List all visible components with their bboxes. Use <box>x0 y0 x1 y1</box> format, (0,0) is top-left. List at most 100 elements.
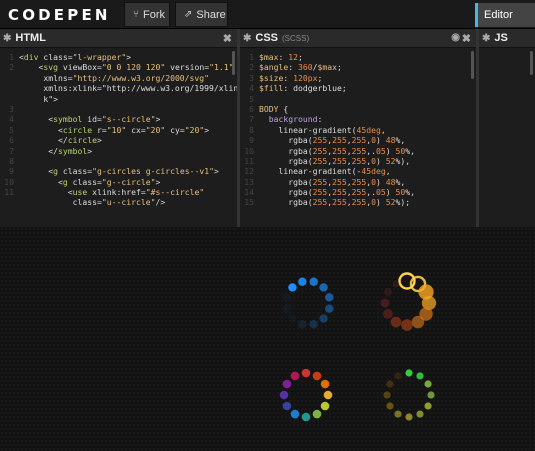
code-line: 5 <circle r="10" cx="20" cy="20"> <box>0 125 237 135</box>
spinner-blue-dot <box>282 293 291 302</box>
code-line: 14 rgba(255,255,255,.05) 50%, <box>240 187 476 197</box>
css-panel-header: ✱ CSS (SCSS) ◉ ✖ <box>240 29 476 48</box>
js-panel: ✱ JS <box>479 29 535 227</box>
line-number: 3 <box>9 103 14 114</box>
eye-icon[interactable]: ◉ <box>451 32 460 43</box>
spinner-rainbow-dot <box>320 379 330 389</box>
spinner-blue-dot <box>309 277 318 286</box>
spinner-rainbow-dot <box>279 390 289 400</box>
spinner-blue-dot <box>298 320 307 329</box>
code-text: $size: 120px; <box>259 72 323 83</box>
code-line: 10 rgba(255,255,255,.05) 50%, <box>240 146 476 156</box>
share-button[interactable]: ⇗ Share <box>175 2 228 27</box>
line-number: 2 <box>9 62 14 73</box>
line-number: 14 <box>244 187 254 198</box>
code-line: 9 <g class="g-circles g-circles--v1"> <box>0 166 237 176</box>
spinner-orange-dot <box>392 280 400 288</box>
code-line: 7 background: <box>240 114 476 124</box>
close-icon[interactable]: ✖ <box>223 32 232 45</box>
fork-button[interactable]: ⑂ Fork <box>124 2 170 27</box>
spinner-blue-dot <box>325 304 334 313</box>
spinner-rainbow-dot <box>312 371 322 381</box>
line-number: 4 <box>9 114 14 125</box>
code-line: 2 $angle: 360/$max; <box>240 62 476 72</box>
html-panel-title: HTML <box>15 32 46 44</box>
line-number: 7 <box>9 145 14 156</box>
code-text: </symbol> <box>19 145 93 156</box>
fork-icon: ⑂ <box>133 9 139 20</box>
js-scrollbar[interactable] <box>530 51 533 75</box>
line-number: 8 <box>249 124 254 135</box>
code-line: 12 linear-gradient(-45deg, <box>240 166 476 176</box>
css-panel: ✱ CSS (SCSS) ◉ ✖ 1 $max: 12; 2 $angle: 360/… <box>240 29 476 227</box>
code-line: 5 <box>240 94 476 104</box>
code-line: 4 <symbol id="s--circle"> <box>0 114 237 124</box>
spinner-rainbow-dot <box>323 390 333 400</box>
code-line: 6 BODY { <box>240 104 476 114</box>
gear-icon[interactable]: ✱ <box>482 33 490 44</box>
code-text: xmlns="http://www.w3.org/2000/svg" <box>19 72 210 83</box>
close-icon[interactable]: ✖ <box>462 32 471 45</box>
line-number: 6 <box>9 135 14 146</box>
gear-icon[interactable]: ✱ <box>243 33 251 44</box>
logo-text: CODEPEN <box>8 6 111 24</box>
line-number: 9 <box>9 166 14 177</box>
code-text: class="u--circle"/> <box>19 197 166 208</box>
code-line: 13 rgba(255,255,255,0) 48%, <box>240 177 476 187</box>
spinner-green-dot <box>386 402 394 410</box>
line-number: 10 <box>4 176 14 187</box>
gear-icon[interactable]: ✱ <box>3 33 11 44</box>
code-text: <svg viewBox="0 0 120 120" version="1.1" <box>19 62 234 73</box>
code-text: $fill: dodgerblue; <box>259 83 347 94</box>
code-line: 4 $fill: dodgerblue; <box>240 83 476 93</box>
spinner-orange-dot <box>383 309 393 319</box>
css-panel-title: CSS <box>255 32 279 44</box>
code-line: 11 rgba(255,255,255,0) 52%), <box>240 156 476 166</box>
code-line: 9 rgba(255,255,255,0) 48%, <box>240 135 476 145</box>
spinner-green-dot <box>416 410 424 418</box>
code-line: xmlns="http://www.w3.org/2000/svg" <box>0 73 237 83</box>
spinner-blue-dot <box>298 277 307 286</box>
code-text: <g class="g-circles g-circles--v1"> <box>19 166 219 177</box>
spinner-green-dot <box>394 410 402 418</box>
code-line: 15 rgba(255,255,255,0) 52%); <box>240 197 476 207</box>
code-line: 8 <box>0 156 237 166</box>
code-line: 7 </symbol> <box>0 146 237 156</box>
html-scrollbar[interactable] <box>232 51 235 75</box>
code-line: 1 <div class="l-wrapper"> <box>0 52 237 62</box>
html-code-editor[interactable]: 1 <div class="l-wrapper"> 2 <svg viewBox="… <box>0 48 237 208</box>
code-text: rgba(255,255,255,0) 48%, <box>259 135 406 146</box>
spinner-rainbow-dot <box>320 401 330 411</box>
spinner-rainbow-dot <box>301 412 311 422</box>
css-scrollbar[interactable] <box>471 51 474 79</box>
line-number: 12 <box>244 166 254 177</box>
css-preprocessor-label: (SCSS) <box>282 33 310 43</box>
line-number: 6 <box>249 103 254 114</box>
editor-view-button[interactable]: Editor <box>475 3 535 27</box>
spinner-green-dot <box>416 372 424 380</box>
code-text: k"> <box>19 93 58 104</box>
css-code-editor[interactable]: 1 $max: 12; 2 $angle: 360/$max; 3 $size: 120p… <box>240 48 476 208</box>
fork-label: Fork <box>143 8 165 21</box>
line-number: 8 <box>9 155 14 166</box>
js-panel-header: ✱ JS <box>479 29 535 48</box>
preview-pane[interactable] <box>0 227 535 451</box>
spinner-green-dot <box>386 380 394 388</box>
codepen-logo[interactable]: CODEPEN <box>8 6 111 24</box>
spinner-blue-dot <box>319 283 328 292</box>
code-line: 1 $max: 12; <box>240 52 476 62</box>
spinner-green-dot <box>405 369 413 377</box>
line-number: 11 <box>244 155 254 166</box>
spinner-green-dot <box>424 380 432 388</box>
code-text: <circle r="10" cx="20" cy="20"> <box>19 124 210 135</box>
code-text: rgba(255,255,255,0) 48%, <box>259 176 406 187</box>
editor-label: Editor <box>484 9 513 21</box>
spinner-blue-dot <box>288 314 297 323</box>
spinner-rainbow-dot <box>301 368 311 378</box>
code-text: BODY { <box>259 103 289 114</box>
line-number: 15 <box>244 197 254 208</box>
line-number: 1 <box>249 52 254 62</box>
spinner-blue-dot <box>319 314 328 323</box>
code-text: rgba(255,255,255,0) 52%); <box>259 197 411 208</box>
spinner-rainbow-dot <box>282 401 292 411</box>
